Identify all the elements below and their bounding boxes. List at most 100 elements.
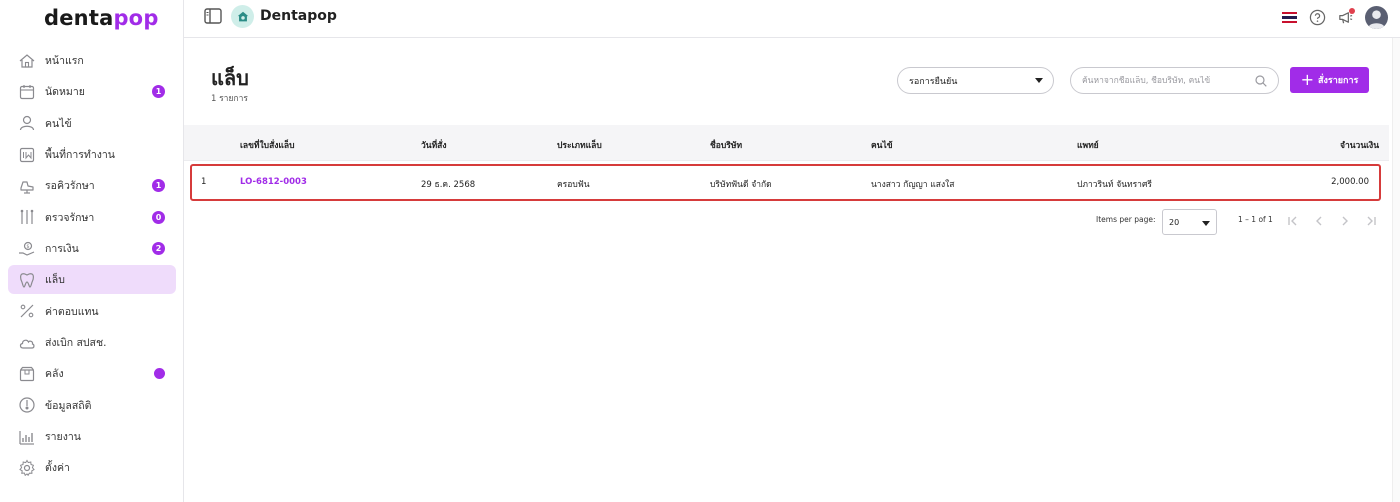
status-filter-value: รอการยืนยัน — [909, 76, 958, 87]
top-right-actions — [1282, 4, 1388, 30]
page-title: แล็บ — [211, 66, 249, 90]
lab-orders-table: เลขที่ใบสั่งแล็บ วันที่สั่ง ประเภทแล็บ ช… — [184, 125, 1389, 201]
amount: 2,000.00 — [1331, 177, 1369, 187]
first-page-icon[interactable] — [1286, 214, 1300, 228]
record-count: 1 รายการ — [211, 94, 248, 104]
dental-tools-icon — [18, 208, 36, 226]
search-icon[interactable] — [1255, 75, 1267, 87]
sidebar-item-label: แล็บ — [45, 274, 65, 287]
chevron-down-icon — [1035, 78, 1043, 83]
row-index: 1 — [201, 177, 207, 187]
announcement-icon[interactable] — [1337, 7, 1355, 26]
box-icon — [18, 365, 36, 383]
vertical-scrollbar[interactable] — [1392, 38, 1400, 502]
home-icon — [18, 52, 36, 70]
thai-flag-icon[interactable] — [1282, 11, 1297, 23]
sidebar-item-6[interactable]: $ การเงิน 2 — [8, 234, 176, 263]
calendar-icon — [18, 83, 36, 101]
top-bar: Dentapop — [184, 0, 1400, 38]
count-badge: 2 — [152, 242, 165, 256]
patient-name: นางสาว กัญญา แสงใส — [871, 180, 955, 190]
company-name: บริษัทฟันดี จำกัด — [710, 180, 772, 190]
sidebar-item-2[interactable]: คนไข้ — [8, 109, 176, 138]
clinic-home-icon[interactable] — [231, 5, 254, 28]
status-filter-select[interactable]: รอการยืนยัน — [897, 67, 1054, 94]
sidebar-item-label: นัดหมาย — [45, 86, 85, 99]
sidebar-item-10[interactable]: คลัง — [8, 359, 176, 388]
gear-icon — [18, 459, 36, 477]
sidebar-item-13[interactable]: ตั้งค่า — [8, 453, 176, 482]
user-icon — [18, 114, 36, 132]
items-per-page-label: Items per page: — [1096, 215, 1156, 224]
sidebar-item-1[interactable]: นัดหมาย 1 — [8, 77, 176, 106]
column-header-order-no[interactable]: เลขที่ใบสั่งแล็บ — [240, 138, 295, 152]
cloud-icon — [18, 334, 36, 352]
sidebar-item-7[interactable]: แล็บ — [8, 265, 176, 295]
lab-type: ครอบฟัน — [557, 180, 590, 190]
table-row[interactable]: 1 LO-6812-0003 29 ธ.ค. 2568 ครอบฟัน บริษ… — [190, 164, 1381, 201]
items-per-page-select[interactable]: 20 — [1162, 209, 1217, 235]
sidebar-item-label: ข้อมูลสถิติ — [45, 399, 92, 412]
sidebar-nav: หน้าแรกนัดหมาย 1 คนไข้พื้นที่การทำงานรอคิว… — [8, 46, 176, 485]
sidebar-item-label: รายงาน — [45, 431, 81, 444]
dental-chair-icon — [18, 177, 36, 195]
sidebar-item-3[interactable]: พื้นที่การทำงาน — [8, 140, 176, 169]
plus-icon: + — [1300, 70, 1314, 89]
doctor-name: ปภาวรินท์ จันทราศรี — [1077, 180, 1152, 190]
column-header-doctor[interactable]: แพทย์ — [1077, 138, 1099, 152]
main-content: แล็บ 1 รายการ รอการยืนยัน + สั่งรายการ เ… — [184, 38, 1400, 502]
items-per-page-value: 20 — [1169, 218, 1180, 227]
tooth-icon — [18, 271, 36, 289]
column-header-company[interactable]: ชื่อบริษัท — [710, 138, 742, 152]
sidebar-item-9[interactable]: ส่งเบิก สปสช. — [8, 328, 176, 357]
sidebar-item-5[interactable]: ตรวจรักษา 0 — [8, 203, 176, 232]
sidebar-item-label: ตั้งค่า — [45, 462, 70, 475]
sidebar-item-4[interactable]: รอคิวรักษา 1 — [8, 171, 176, 200]
clinic-name: Dentapop — [260, 8, 337, 24]
order-number-link[interactable]: LO-6812-0003 — [240, 177, 307, 187]
order-lab-button-label: สั่งรายการ — [1318, 76, 1359, 86]
bar-chart-icon — [18, 428, 36, 446]
sidebar-toggle-icon[interactable] — [204, 8, 222, 24]
pagination: Items per page: 20 1 – 1 of 1 — [184, 209, 1389, 235]
dentapop-logo[interactable]: dentapop — [44, 6, 159, 30]
sidebar-item-11[interactable]: ข้อมูลสถิติ — [8, 391, 176, 420]
column-header-amount[interactable]: จำนวนเงิน — [1340, 138, 1379, 152]
sidebar-item-label: คลัง — [45, 368, 64, 381]
thermometer-icon — [18, 396, 36, 414]
search-input[interactable] — [1082, 75, 1252, 86]
sidebar-item-label: คนไข้ — [45, 117, 72, 130]
column-header-lab-type[interactable]: ประเภทแล็บ — [557, 138, 602, 152]
sidebar-item-label: ค่าตอบแทน — [45, 305, 99, 318]
sidebar: dentapop หน้าแรกนัดหมาย 1 คนไข้พื้นที่การท… — [0, 0, 184, 502]
table-header: เลขที่ใบสั่งแล็บ วันที่สั่ง ประเภทแล็บ ช… — [184, 125, 1389, 161]
app-root: dentapop หน้าแรกนัดหมาย 1 คนไข้พื้นที่การท… — [0, 0, 1400, 502]
column-header-patient[interactable]: คนไข้ — [871, 138, 893, 152]
help-icon[interactable] — [1309, 9, 1326, 26]
order-date: 29 ธ.ค. 2568 — [421, 180, 476, 190]
sidebar-item-8[interactable]: ค่าตอบแทน — [8, 297, 176, 326]
notification-dot — [1349, 7, 1355, 14]
count-badge: 1 — [152, 85, 165, 99]
order-lab-button[interactable]: + สั่งรายการ — [1290, 67, 1369, 93]
chevron-down-icon — [1202, 221, 1210, 226]
column-header-date[interactable]: วันที่สั่ง — [421, 138, 447, 152]
last-page-icon[interactable] — [1364, 214, 1378, 228]
sidebar-item-label: ตรวจรักษา — [45, 211, 95, 224]
money-hand-icon: $ — [18, 240, 36, 258]
page-range: 1 – 1 of 1 — [1238, 215, 1273, 224]
sidebar-item-label: พื้นที่การทำงาน — [45, 149, 115, 162]
sidebar-item-12[interactable]: รายงาน — [8, 422, 176, 451]
count-badge: 0 — [152, 210, 165, 224]
svg-text:$: $ — [26, 244, 29, 250]
previous-page-icon[interactable] — [1312, 214, 1326, 228]
sidebar-item-0[interactable]: หน้าแรก — [8, 46, 176, 75]
user-avatar[interactable] — [1365, 5, 1388, 29]
workspace-icon — [18, 146, 36, 164]
sidebar-item-label: การเงิน — [45, 243, 79, 256]
next-page-icon[interactable] — [1338, 214, 1352, 228]
sidebar-item-label: รอคิวรักษา — [45, 180, 95, 193]
sidebar-item-label: ส่งเบิก สปสช. — [45, 337, 107, 350]
status-dot — [154, 368, 165, 380]
count-badge: 1 — [152, 179, 165, 193]
